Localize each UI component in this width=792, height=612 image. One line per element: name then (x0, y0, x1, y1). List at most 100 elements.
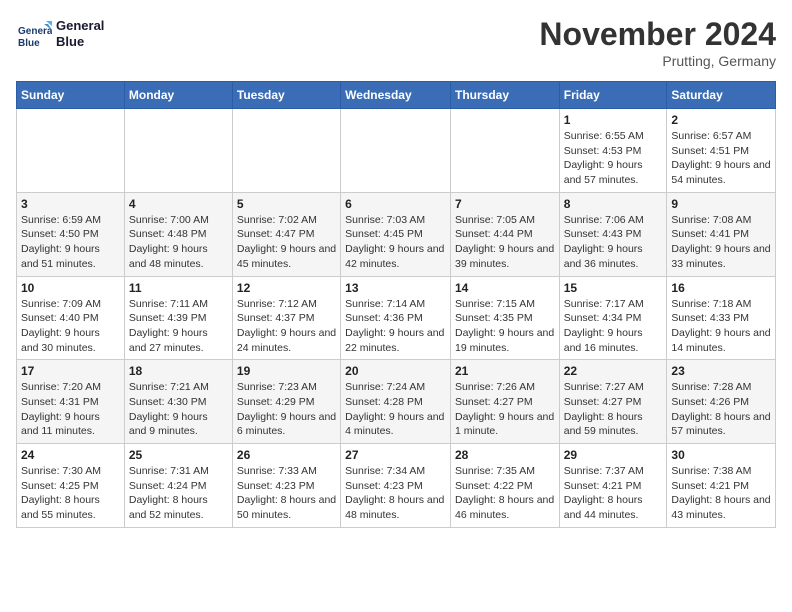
day-info: Sunrise: 7:06 AM Sunset: 4:43 PM Dayligh… (564, 213, 663, 272)
calendar-week-row: 24Sunrise: 7:30 AM Sunset: 4:25 PM Dayli… (17, 444, 776, 528)
day-info: Sunrise: 7:20 AM Sunset: 4:31 PM Dayligh… (21, 380, 120, 439)
day-number: 7 (455, 197, 555, 211)
calendar-week-row: 17 Sunrise: 7:20 AM Sunset: 4:31 PM Dayli… (17, 360, 776, 444)
day-info: Sunrise: 7:15 AM Sunset: 4:35 PM Dayligh… (455, 297, 555, 356)
title-area: November 2024 Prutting, Germany (539, 16, 776, 69)
day-info: Sunrise: 6:55 AM Sunset: 4:53 PM Dayligh… (564, 129, 663, 188)
day-info: Sunrise: 7:30 AM Sunset: 4:25 PM Dayligh… (21, 464, 120, 523)
calendar-cell: 25Sunrise: 7:31 AM Sunset: 4:24 PM Dayli… (124, 444, 232, 528)
day-info: Sunrise: 7:02 AM Sunset: 4:47 PM Dayligh… (237, 213, 336, 272)
calendar-cell: 18 Sunrise: 7:21 AM Sunset: 4:30 PM Dayli… (124, 360, 232, 444)
calendar-cell: 16 Sunrise: 7:18 AM Sunset: 4:33 PM Dayli… (667, 276, 776, 360)
calendar-week-row: 1 Sunrise: 6:55 AM Sunset: 4:53 PM Daylig… (17, 109, 776, 193)
day-info: Sunrise: 7:14 AM Sunset: 4:36 PM Dayligh… (345, 297, 446, 356)
col-header-sunday: Sunday (17, 82, 125, 109)
day-info: Sunrise: 7:24 AM Sunset: 4:28 PM Dayligh… (345, 380, 446, 439)
calendar-cell: 26Sunrise: 7:33 AM Sunset: 4:23 PM Dayli… (232, 444, 340, 528)
day-number: 6 (345, 197, 446, 211)
calendar-table: SundayMondayTuesdayWednesdayThursdayFrid… (16, 81, 776, 528)
calendar-cell: 28Sunrise: 7:35 AM Sunset: 4:22 PM Dayli… (450, 444, 559, 528)
calendar-cell: 7 Sunrise: 7:05 AM Sunset: 4:44 PM Daylig… (450, 192, 559, 276)
calendar-cell: 13 Sunrise: 7:14 AM Sunset: 4:36 PM Dayli… (341, 276, 451, 360)
day-info: Sunrise: 7:09 AM Sunset: 4:40 PM Dayligh… (21, 297, 120, 356)
calendar-cell: 27Sunrise: 7:34 AM Sunset: 4:23 PM Dayli… (341, 444, 451, 528)
calendar-cell: 4 Sunrise: 7:00 AM Sunset: 4:48 PM Daylig… (124, 192, 232, 276)
day-info: Sunrise: 7:23 AM Sunset: 4:29 PM Dayligh… (237, 380, 336, 439)
calendar-cell: 19Sunrise: 7:23 AM Sunset: 4:29 PM Dayli… (232, 360, 340, 444)
calendar-week-row: 3Sunrise: 6:59 AM Sunset: 4:50 PM Daylig… (17, 192, 776, 276)
day-info: Sunrise: 7:28 AM Sunset: 4:26 PM Dayligh… (671, 380, 771, 439)
day-info: Sunrise: 7:27 AM Sunset: 4:27 PM Dayligh… (564, 380, 663, 439)
day-number: 10 (21, 281, 120, 295)
calendar-cell (124, 109, 232, 193)
day-number: 28 (455, 448, 555, 462)
day-info: Sunrise: 7:18 AM Sunset: 4:33 PM Dayligh… (671, 297, 771, 356)
col-header-saturday: Saturday (667, 82, 776, 109)
day-info: Sunrise: 7:12 AM Sunset: 4:37 PM Dayligh… (237, 297, 336, 356)
day-number: 17 (21, 364, 120, 378)
logo-line2: Blue (56, 34, 104, 50)
day-info: Sunrise: 7:34 AM Sunset: 4:23 PM Dayligh… (345, 464, 446, 523)
calendar-cell (232, 109, 340, 193)
day-info: Sunrise: 7:31 AM Sunset: 4:24 PM Dayligh… (129, 464, 228, 523)
day-info: Sunrise: 7:11 AM Sunset: 4:39 PM Dayligh… (129, 297, 228, 356)
day-info: Sunrise: 7:37 AM Sunset: 4:21 PM Dayligh… (564, 464, 663, 523)
calendar-cell: 20Sunrise: 7:24 AM Sunset: 4:28 PM Dayli… (341, 360, 451, 444)
calendar-header-row: SundayMondayTuesdayWednesdayThursdayFrid… (17, 82, 776, 109)
day-number: 11 (129, 281, 228, 295)
calendar-cell: 10 Sunrise: 7:09 AM Sunset: 4:40 PM Dayli… (17, 276, 125, 360)
day-info: Sunrise: 7:33 AM Sunset: 4:23 PM Dayligh… (237, 464, 336, 523)
day-number: 21 (455, 364, 555, 378)
logo-text: General Blue (56, 18, 104, 49)
day-number: 4 (129, 197, 228, 211)
day-info: Sunrise: 7:08 AM Sunset: 4:41 PM Dayligh… (671, 213, 771, 272)
day-number: 18 (129, 364, 228, 378)
day-info: Sunrise: 7:38 AM Sunset: 4:21 PM Dayligh… (671, 464, 771, 523)
calendar-cell: 14 Sunrise: 7:15 AM Sunset: 4:35 PM Dayli… (450, 276, 559, 360)
day-number: 29 (564, 448, 663, 462)
page-header: General Blue General Blue November 2024 … (16, 16, 776, 69)
day-number: 5 (237, 197, 336, 211)
day-number: 8 (564, 197, 663, 211)
calendar-cell: 17 Sunrise: 7:20 AM Sunset: 4:31 PM Dayli… (17, 360, 125, 444)
calendar-cell: 2Sunrise: 6:57 AM Sunset: 4:51 PM Daylig… (667, 109, 776, 193)
col-header-wednesday: Wednesday (341, 82, 451, 109)
calendar-cell: 21 Sunrise: 7:26 AM Sunset: 4:27 PM Dayli… (450, 360, 559, 444)
calendar-cell (341, 109, 451, 193)
calendar-cell (17, 109, 125, 193)
logo: General Blue General Blue (16, 16, 104, 52)
day-number: 3 (21, 197, 120, 211)
calendar-cell: 24Sunrise: 7:30 AM Sunset: 4:25 PM Dayli… (17, 444, 125, 528)
page-subtitle: Prutting, Germany (539, 53, 776, 69)
day-number: 22 (564, 364, 663, 378)
calendar-cell: 5 Sunrise: 7:02 AM Sunset: 4:47 PM Daylig… (232, 192, 340, 276)
calendar-cell (450, 109, 559, 193)
day-info: Sunrise: 7:21 AM Sunset: 4:30 PM Dayligh… (129, 380, 228, 439)
col-header-monday: Monday (124, 82, 232, 109)
col-header-friday: Friday (559, 82, 667, 109)
day-info: Sunrise: 6:57 AM Sunset: 4:51 PM Dayligh… (671, 129, 771, 188)
day-info: Sunrise: 7:26 AM Sunset: 4:27 PM Dayligh… (455, 380, 555, 439)
calendar-cell: 15 Sunrise: 7:17 AM Sunset: 4:34 PM Dayli… (559, 276, 667, 360)
day-number: 30 (671, 448, 771, 462)
day-info: Sunrise: 7:03 AM Sunset: 4:45 PM Dayligh… (345, 213, 446, 272)
day-info: Sunrise: 7:17 AM Sunset: 4:34 PM Dayligh… (564, 297, 663, 356)
day-info: Sunrise: 7:00 AM Sunset: 4:48 PM Dayligh… (129, 213, 228, 272)
day-number: 1 (564, 113, 663, 127)
day-number: 16 (671, 281, 771, 295)
day-number: 15 (564, 281, 663, 295)
day-info: Sunrise: 7:05 AM Sunset: 4:44 PM Dayligh… (455, 213, 555, 272)
calendar-cell: 3Sunrise: 6:59 AM Sunset: 4:50 PM Daylig… (17, 192, 125, 276)
calendar-cell: 1 Sunrise: 6:55 AM Sunset: 4:53 PM Daylig… (559, 109, 667, 193)
calendar-cell: 6 Sunrise: 7:03 AM Sunset: 4:45 PM Daylig… (341, 192, 451, 276)
calendar-cell: 22 Sunrise: 7:27 AM Sunset: 4:27 PM Dayli… (559, 360, 667, 444)
svg-text:General: General (18, 26, 52, 37)
day-number: 23 (671, 364, 771, 378)
day-number: 14 (455, 281, 555, 295)
page-title: November 2024 (539, 16, 776, 53)
day-number: 13 (345, 281, 446, 295)
logo-line1: General (56, 18, 104, 34)
col-header-thursday: Thursday (450, 82, 559, 109)
calendar-cell: 8 Sunrise: 7:06 AM Sunset: 4:43 PM Daylig… (559, 192, 667, 276)
calendar-cell: 11 Sunrise: 7:11 AM Sunset: 4:39 PM Dayli… (124, 276, 232, 360)
